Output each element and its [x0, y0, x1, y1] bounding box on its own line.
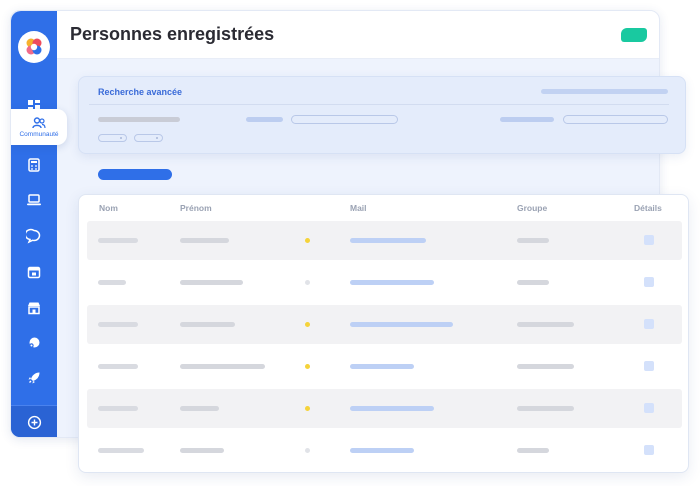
- filter-select[interactable]: [134, 134, 163, 142]
- cell-prenom: [180, 364, 265, 369]
- filter-select[interactable]: [98, 134, 127, 142]
- cell-mail: [350, 322, 453, 327]
- table-row[interactable]: [87, 347, 682, 386]
- header-action-badge[interactable]: [621, 28, 647, 42]
- cell-groupe: [517, 364, 574, 369]
- cell-nom: [98, 364, 138, 369]
- sidebar: Communauté: [11, 11, 67, 437]
- details-button[interactable]: [644, 403, 654, 413]
- cell-mail: [350, 280, 434, 285]
- search-input[interactable]: [563, 115, 668, 124]
- cell-mail: [350, 406, 434, 411]
- status-dot: [305, 322, 310, 327]
- search-divider: [89, 104, 669, 105]
- community-icon: [32, 116, 46, 128]
- advanced-search-panel: Recherche avancée: [78, 76, 686, 154]
- column-header-groupe[interactable]: Groupe: [517, 203, 547, 213]
- rocket-icon[interactable]: [25, 369, 43, 387]
- sidebar-add-area: [11, 405, 57, 437]
- cell-prenom: [180, 406, 219, 411]
- search-input[interactable]: [291, 115, 398, 124]
- status-dot: [305, 238, 310, 243]
- cell-prenom: [180, 448, 224, 453]
- table-row[interactable]: [87, 431, 682, 470]
- cell-prenom: [180, 280, 243, 285]
- header: Personnes enregistrées: [57, 11, 659, 59]
- page-title: Personnes enregistrées: [70, 24, 275, 44]
- search-placeholder-bar: [541, 89, 668, 94]
- support-icon[interactable]: [25, 334, 43, 352]
- status-dot: [305, 448, 310, 453]
- filter-label-placeholder: [246, 117, 283, 122]
- cell-groupe: [517, 322, 574, 327]
- cell-groupe: [517, 280, 549, 285]
- chat-icon[interactable]: [25, 227, 43, 245]
- details-button[interactable]: [644, 445, 654, 455]
- flower-logo-icon: [26, 38, 42, 55]
- filter-label-placeholder: [500, 117, 554, 122]
- details-button[interactable]: [644, 277, 654, 287]
- store-icon[interactable]: [25, 299, 43, 317]
- cell-nom: [98, 406, 138, 411]
- table-row[interactable]: [87, 305, 682, 344]
- cell-nom: [98, 280, 126, 285]
- cell-nom: [98, 238, 138, 243]
- cell-groupe: [517, 406, 574, 411]
- table-row[interactable]: [87, 263, 682, 302]
- column-header-mail[interactable]: Mail: [350, 203, 367, 213]
- cell-nom: [98, 448, 144, 453]
- details-button[interactable]: [644, 319, 654, 329]
- sidebar-item-label: Communauté: [19, 130, 59, 138]
- persons-table: Nom Prénom Mail Groupe Détails: [78, 194, 689, 473]
- calculator-icon[interactable]: [25, 156, 43, 174]
- details-button[interactable]: [644, 361, 654, 371]
- add-circle-icon[interactable]: [27, 415, 42, 430]
- status-dot: [305, 280, 310, 285]
- column-header-details[interactable]: Détails: [634, 203, 662, 213]
- cell-prenom: [180, 322, 235, 327]
- status-dot: [305, 364, 310, 369]
- primary-action-button[interactable]: [98, 169, 172, 180]
- cell-mail: [350, 448, 414, 453]
- cell-nom: [98, 322, 138, 327]
- column-header-nom[interactable]: Nom: [99, 203, 118, 213]
- details-button[interactable]: [644, 235, 654, 245]
- sidebar-item-communaute[interactable]: Communauté: [11, 109, 67, 145]
- cell-mail: [350, 364, 414, 369]
- column-header-prenom[interactable]: Prénom: [180, 203, 212, 213]
- table-row[interactable]: [87, 389, 682, 428]
- search-title: Recherche avancée: [98, 87, 183, 97]
- cell-prenom: [180, 238, 229, 243]
- cell-groupe: [517, 238, 549, 243]
- filter-label-placeholder: [98, 117, 180, 122]
- cell-groupe: [517, 448, 549, 453]
- logo[interactable]: [18, 31, 50, 63]
- table-row[interactable]: [87, 221, 682, 260]
- calendar-icon[interactable]: [25, 263, 43, 281]
- laptop-icon[interactable]: [25, 191, 43, 209]
- cell-mail: [350, 238, 426, 243]
- status-dot: [305, 406, 310, 411]
